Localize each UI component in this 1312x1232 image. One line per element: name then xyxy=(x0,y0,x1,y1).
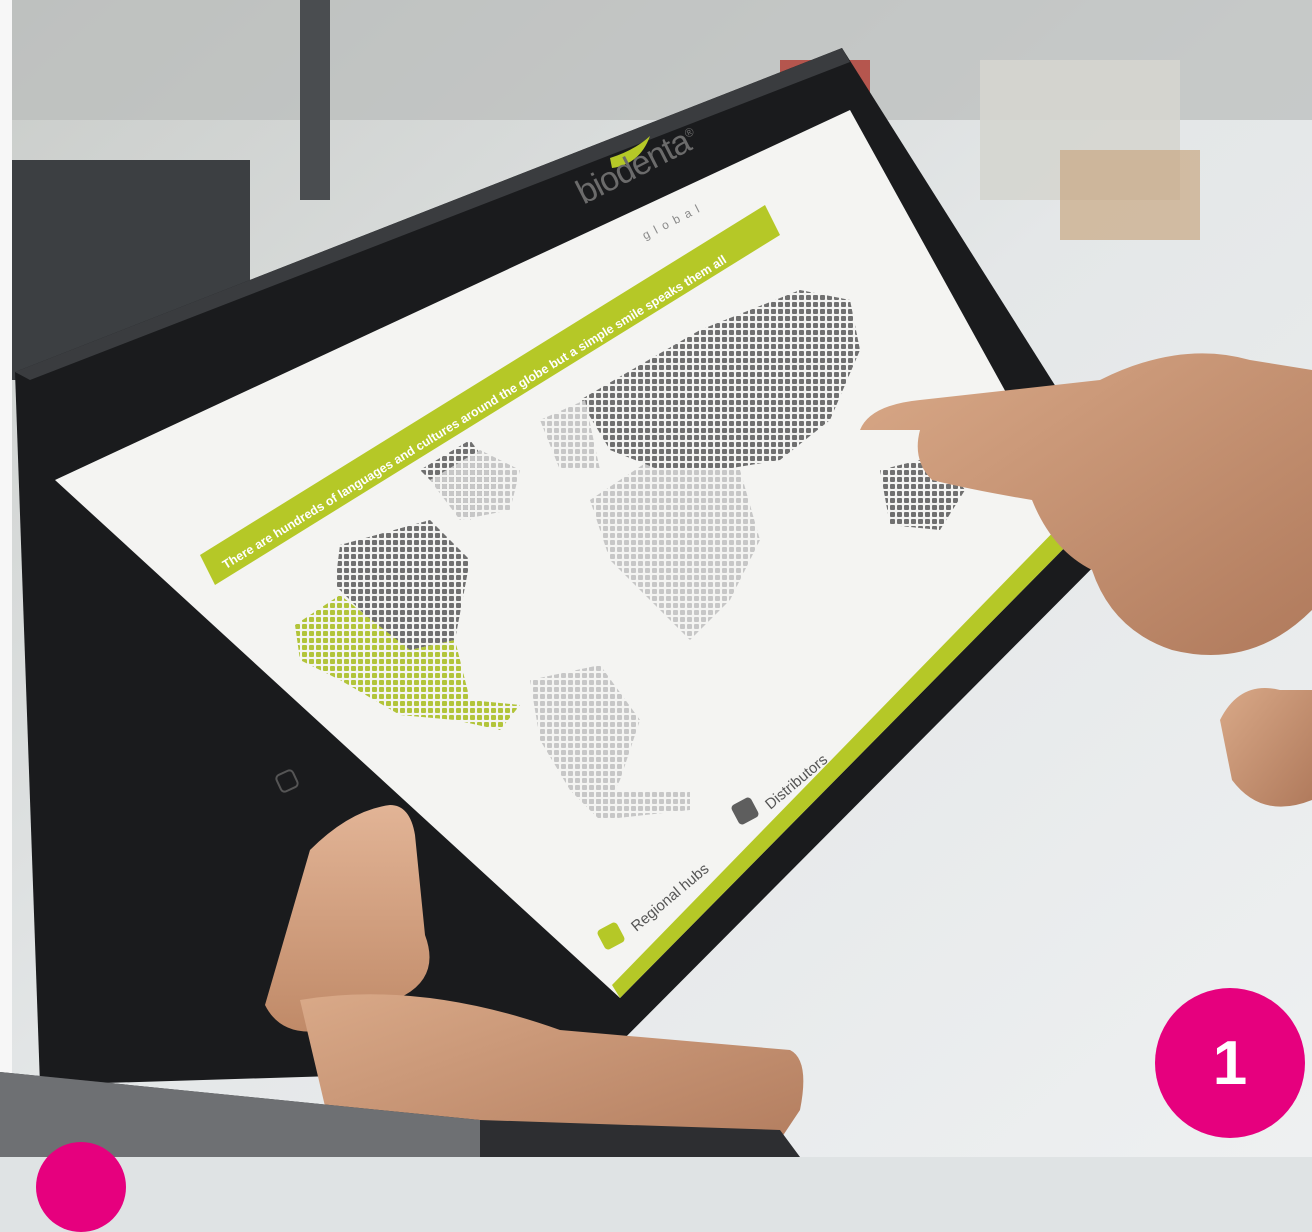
logo-text: biodenta® xyxy=(570,119,704,213)
headline-banner-text: There are hundreds of languages and cult… xyxy=(220,252,729,572)
legend-distributors: Distributors xyxy=(762,751,832,814)
next-step-badge xyxy=(36,1142,126,1232)
logo-subtitle: global xyxy=(640,199,707,243)
tablet-screen: biodenta® global There are hundreds of l… xyxy=(0,0,1312,1157)
step-number-badge: 1 xyxy=(1155,988,1305,1138)
logo-name: biodenta xyxy=(570,122,697,212)
legend-regional-hubs: Regional hubs xyxy=(628,860,713,936)
step-number: 1 xyxy=(1212,1028,1248,1098)
